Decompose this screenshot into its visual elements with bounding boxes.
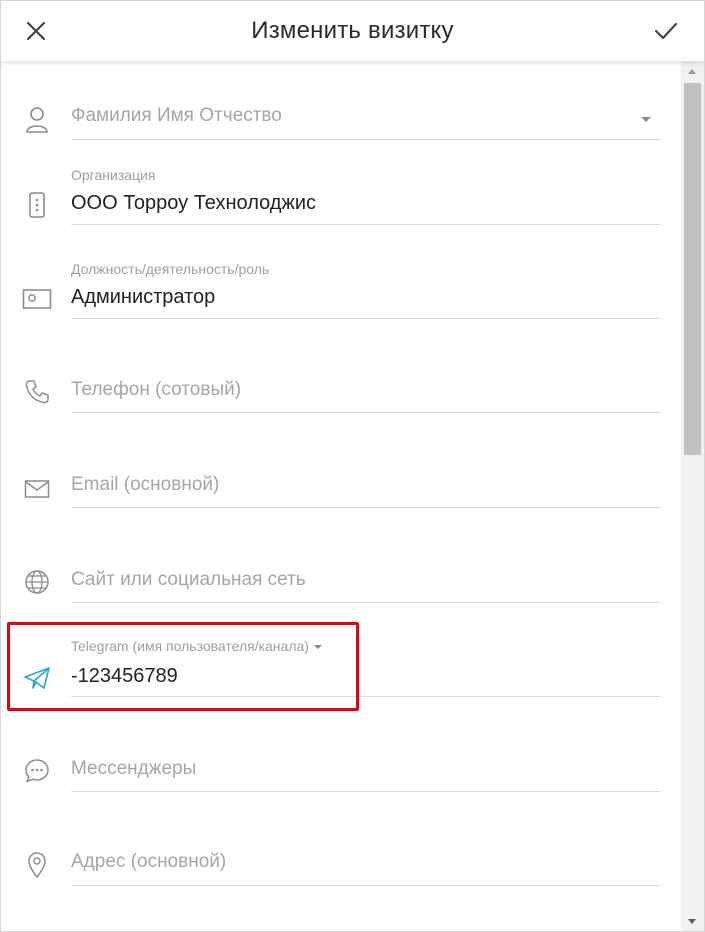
website-row: Сайт или социальная сеть: [1, 558, 681, 603]
id-card-icon: [21, 283, 53, 315]
full-name-dropdown-icon[interactable]: [641, 117, 651, 122]
full-name-placeholder: Фамилия Имя Отчество: [71, 105, 282, 126]
email-placeholder: Email (основной): [71, 474, 220, 495]
position-row: Должность/деятельность/роль Администрато…: [1, 257, 681, 319]
scrollbar[interactable]: [681, 61, 704, 931]
person-icon: [21, 104, 53, 136]
full-name-field[interactable]: Фамилия Имя Отчество: [71, 96, 661, 140]
telegram-icon: [21, 662, 53, 694]
email-field[interactable]: Email (основной): [71, 463, 661, 508]
building-icon: [21, 189, 53, 221]
website-field[interactable]: Сайт или социальная сеть: [71, 558, 661, 603]
globe-icon: [21, 566, 53, 598]
scrollbar-thumb[interactable]: [684, 83, 701, 455]
dialog-title: Изменить визитку: [251, 17, 454, 44]
confirm-button[interactable]: [648, 13, 684, 49]
full-name-row: Фамилия Имя Отчество: [1, 96, 681, 141]
phone-icon: [21, 376, 53, 408]
scroll-up-arrow-icon[interactable]: [688, 69, 696, 74]
address-field[interactable]: Адрес (основной): [71, 841, 661, 886]
envelope-icon: [21, 473, 53, 505]
messengers-field[interactable]: Мессенджеры: [71, 747, 661, 792]
address-row: Адрес (основной): [1, 841, 681, 886]
location-pin-icon: [21, 849, 53, 881]
phone-placeholder: Телефон (сотовый): [71, 379, 242, 400]
phone-row: Телефон (сотовый): [1, 368, 681, 413]
organization-label: Организация: [71, 167, 156, 183]
scroll-down-arrow-icon[interactable]: [688, 919, 696, 924]
phone-field[interactable]: Телефон (сотовый): [71, 368, 661, 413]
website-placeholder: Сайт или социальная сеть: [71, 569, 306, 590]
position-label: Должность/деятельность/роль: [71, 261, 270, 277]
edit-card-dialog: Изменить визитку Фамилия Имя Отчество Ор…: [0, 0, 705, 932]
telegram-label: Telegram (имя пользователя/канала): [71, 638, 309, 654]
messengers-placeholder: Мессенджеры: [71, 758, 197, 779]
telegram-row: Telegram (имя пользователя/канала) -1234…: [1, 635, 681, 697]
position-field[interactable]: Должность/деятельность/роль Администрато…: [71, 257, 661, 319]
organization-row: Организация ООО Торроу Технолоджис: [1, 163, 681, 225]
email-row: Email (основной): [1, 463, 681, 508]
dialog-header: Изменить визитку: [1, 1, 704, 61]
address-placeholder: Адрес (основной): [71, 851, 227, 872]
telegram-type-selector[interactable]: Telegram (имя пользователя/канала): [71, 638, 322, 654]
checkmark-icon: [654, 22, 678, 40]
chat-icon: [21, 755, 53, 787]
position-value: Администратор: [71, 286, 216, 308]
organization-value: ООО Торроу Технолоджис: [71, 192, 317, 214]
telegram-field[interactable]: Telegram (имя пользователя/канала) -1234…: [71, 635, 661, 697]
telegram-value: -123456789: [71, 665, 178, 687]
messengers-row: Мессенджеры: [1, 747, 681, 792]
telegram-label-dropdown-icon: [313, 645, 322, 650]
organization-field[interactable]: Организация ООО Торроу Технолоджис: [71, 163, 661, 225]
